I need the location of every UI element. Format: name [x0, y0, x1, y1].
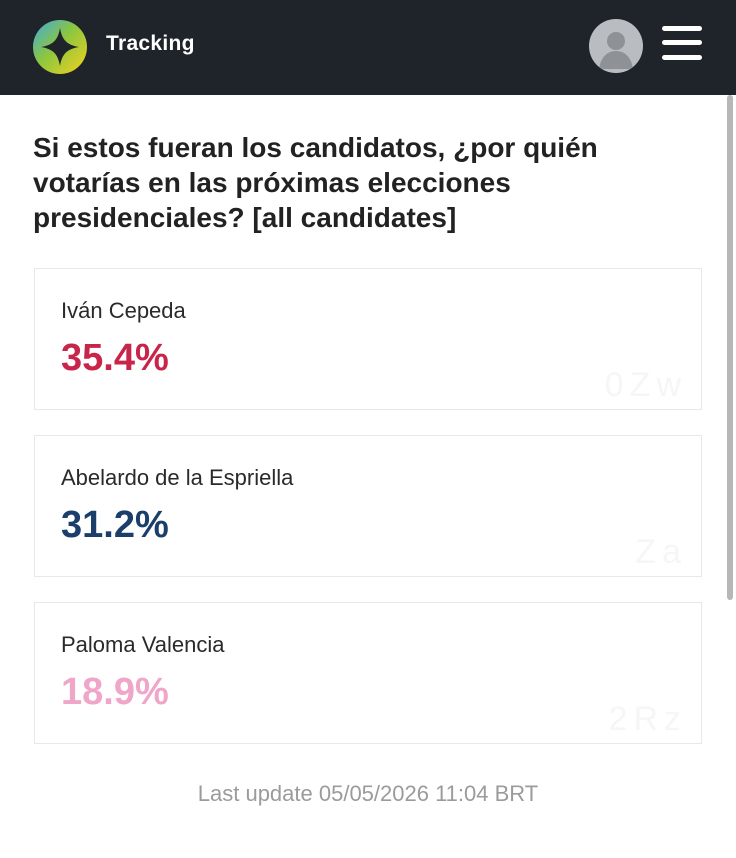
candidate-percent: 35.4%: [61, 337, 169, 379]
last-update-text: Last update 05/05/2026 11:04 BRT: [197, 781, 539, 806]
watermark-graphic: Za: [635, 533, 687, 571]
app-title: Tracking: [106, 32, 195, 55]
result-card: Paloma Valencia 18.9% 2Rz: [34, 602, 702, 744]
scrollbar[interactable]: [727, 95, 733, 600]
candidate-percent: 31.2%: [61, 504, 169, 546]
candidate-name: Abelardo de la Espriella: [61, 465, 294, 490]
tracking-logo-icon[interactable]: [33, 20, 87, 74]
result-card: Abelardo de la Espriella 31.2% Za: [34, 435, 702, 577]
candidate-name: Iván Cepeda: [61, 298, 186, 323]
candidate-percent: 18.9%: [61, 671, 169, 713]
watermark-graphic: 2Rz: [608, 700, 687, 738]
survey-question: Si estos fueran los candidatos, ¿por qui…: [33, 132, 598, 233]
hamburger-menu-icon[interactable]: [660, 24, 704, 62]
top-bar: Tracking: [0, 0, 736, 95]
user-avatar-icon[interactable]: [589, 19, 643, 73]
watermark-graphic: 0Zw: [604, 366, 687, 404]
candidate-name: Paloma Valencia: [61, 632, 225, 657]
result-card: Iván Cepeda 35.4% 0Zw: [34, 268, 702, 410]
